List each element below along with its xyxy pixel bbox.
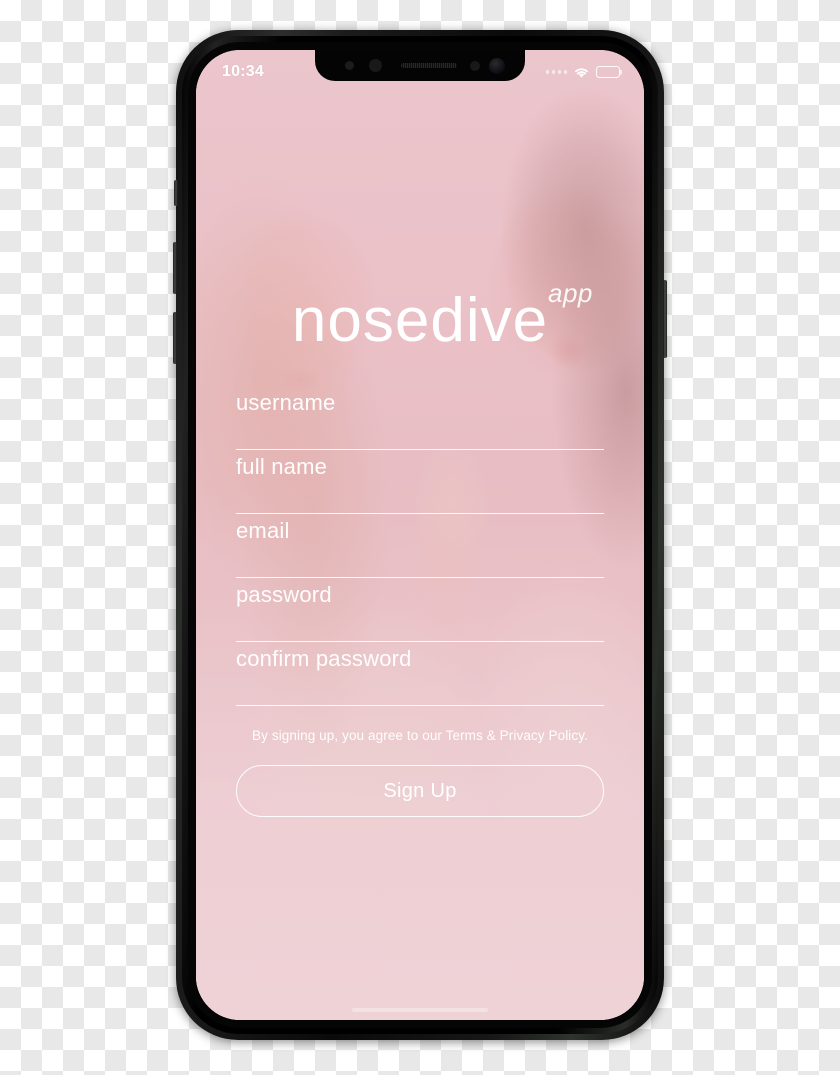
signal-dot bbox=[557, 70, 561, 74]
signal-dots-icon bbox=[545, 70, 567, 74]
status-bar-indicators bbox=[545, 66, 623, 79]
signal-dot bbox=[551, 70, 555, 74]
battery-full-icon bbox=[596, 66, 623, 78]
app-logo-wordmark: nosedive bbox=[291, 286, 549, 355]
volume-up-button[interactable] bbox=[173, 242, 177, 294]
home-indicator[interactable] bbox=[352, 1008, 488, 1012]
signal-dot bbox=[563, 70, 567, 74]
phone-device-frame: 10:34 app nosedive username full name em… bbox=[173, 30, 667, 1040]
phone-screen: 10:34 app nosedive username full name em… bbox=[196, 50, 644, 1020]
full-name-field[interactable]: full name bbox=[236, 450, 604, 514]
email-field[interactable]: email bbox=[236, 514, 604, 578]
signup-screen: app nosedive username full name email pa… bbox=[196, 50, 644, 1020]
signal-dot bbox=[545, 70, 549, 74]
status-bar-time: 10:34 bbox=[222, 63, 264, 80]
full-name-field-label: full name bbox=[236, 454, 328, 479]
volume-down-button[interactable] bbox=[173, 312, 177, 364]
username-field[interactable]: username bbox=[236, 386, 604, 450]
page-canvas: 10:34 app nosedive username full name em… bbox=[0, 0, 840, 1075]
confirm-password-field[interactable]: confirm password bbox=[236, 642, 604, 706]
signup-form: username full name email password confir… bbox=[236, 386, 604, 817]
power-button[interactable] bbox=[663, 280, 667, 358]
confirm-password-field-label: confirm password bbox=[236, 646, 412, 671]
battery-cap bbox=[620, 69, 623, 75]
app-logo-suffix: app bbox=[548, 278, 593, 308]
terms-and-privacy-text[interactable]: By signing up, you agree to our Terms & … bbox=[236, 728, 604, 743]
silent-switch-button[interactable] bbox=[174, 180, 178, 206]
app-logo: app nosedive bbox=[236, 278, 604, 362]
password-field[interactable]: password bbox=[236, 578, 604, 642]
sign-up-button[interactable]: Sign Up bbox=[236, 765, 604, 817]
password-field-label: password bbox=[236, 582, 332, 607]
username-field-label: username bbox=[236, 390, 336, 415]
wifi-icon bbox=[573, 66, 590, 79]
status-bar: 10:34 bbox=[196, 50, 644, 94]
email-field-label: email bbox=[236, 518, 290, 543]
